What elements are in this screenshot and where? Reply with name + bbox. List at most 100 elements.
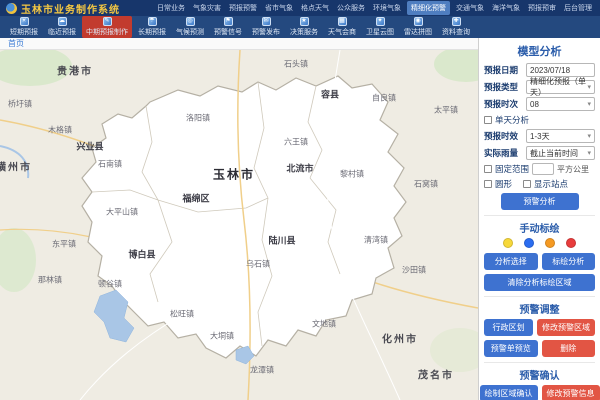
warning-adjust-title: 预警调整: [484, 296, 595, 316]
app-window: 玉林市业务制作系统 日常业务气象灾害预报预警省市气象格点天气公众服务环境气象精细…: [0, 0, 600, 400]
topnav-item[interactable]: 环境气象: [371, 1, 403, 15]
warning-color-legend: [484, 238, 595, 248]
warning-preview-button[interactable]: 预警单预览: [484, 340, 538, 357]
toolbar-item[interactable]: ⚑预警信号: [210, 16, 246, 38]
area-input[interactable]: [532, 163, 554, 175]
topnav-item[interactable]: 省市气象: [263, 1, 295, 15]
panel-title: 模型分析: [484, 43, 595, 59]
forecast-time-select[interactable]: 08 ▾: [526, 97, 595, 111]
toolbar-item-label: 天气会商: [328, 27, 356, 37]
top-navigation: 日常业务气象灾害预报预警省市气象格点天气公众服务环境气象精细化预警交通气象海洋气…: [155, 1, 594, 15]
date-input[interactable]: [526, 63, 595, 77]
toolbar-item[interactable]: ✎中期预报制作: [82, 16, 132, 38]
chevron-down-icon: ▾: [587, 100, 591, 108]
chevron-down-icon: ▾: [587, 83, 591, 91]
forecast-type-select[interactable]: 精细化预报（单天）▾: [526, 80, 595, 94]
toolbar-item[interactable]: ☀短期预报: [6, 16, 42, 38]
toolbar-icon: ★: [300, 17, 309, 26]
delete-button[interactable]: 删除: [542, 340, 596, 357]
warning-confirm-title: 预警确认: [484, 362, 595, 382]
toolbar-icon: ✎: [103, 17, 112, 26]
base-map[interactable]: [0, 50, 478, 400]
toolbar-icon: ✉: [262, 17, 271, 26]
toolbar-item-label: 资料查询: [442, 27, 470, 37]
toolbar-item[interactable]: ◎气候预测: [172, 16, 208, 38]
show-station-label: 显示站点: [534, 178, 568, 190]
analysis-select-button[interactable]: 分析选择: [484, 253, 538, 270]
topnav-item[interactable]: 精细化预警: [407, 1, 450, 15]
toolbar-item-label: 气候预测: [176, 27, 204, 37]
forecast-type-value: 精细化预报（单天）: [530, 76, 587, 98]
toolbar-item-label: 长期预报: [138, 27, 166, 37]
toolbar-item-label: 预警信号: [214, 27, 242, 37]
toolbar-item[interactable]: ▦天气会商: [324, 16, 360, 38]
main-area: 首页: [0, 38, 600, 400]
confirm-area-button[interactable]: 绘制区域确认: [480, 385, 538, 400]
forecast-time-value: 08: [530, 100, 539, 109]
toolbar-item-label: 决策服务: [290, 27, 318, 37]
validity-select[interactable]: 1-3天▾: [526, 129, 595, 143]
warning-color-dot[interactable]: [545, 238, 555, 248]
warning-color-dot[interactable]: [524, 238, 534, 248]
forecast-type-label: 预报类型: [484, 81, 526, 93]
toolbar-item[interactable]: ☁临近预报: [44, 16, 80, 38]
breadcrumb: 首页: [0, 38, 478, 50]
toolbar-item[interactable]: ✚资料查询: [438, 16, 474, 38]
show-station-checkbox[interactable]: [523, 180, 531, 188]
topnav-item[interactable]: 交通气象: [454, 1, 486, 15]
toolbar-item[interactable]: ✦卫星云图: [362, 16, 398, 38]
toolbar-icon: ☀: [20, 17, 29, 26]
forecast-time-label: 预报时次: [484, 98, 526, 110]
modify-warning-info-button[interactable]: 修改预警信息: [542, 385, 600, 400]
topnav-item[interactable]: 格点天气: [299, 1, 331, 15]
toolbar-icon: ☁: [58, 17, 67, 26]
validity-label: 预报时效: [484, 130, 526, 142]
date-label: 预报日期: [484, 64, 526, 76]
toolbar-item[interactable]: ◉雷达拼图: [400, 16, 436, 38]
topnav-item[interactable]: 预报预审: [526, 1, 558, 15]
area-unit-label: 平方公里: [557, 164, 589, 175]
single-day-checkbox[interactable]: [484, 116, 492, 124]
toolbar-item-label: 中期预报制作: [86, 27, 128, 37]
admin-region-button[interactable]: 行政区划: [484, 319, 533, 336]
warning-color-dot[interactable]: [503, 238, 513, 248]
toolbar-icon: ⚑: [224, 17, 233, 26]
toolbar-item[interactable]: ★决策服务: [286, 16, 322, 38]
warning-analysis-button[interactable]: 预警分析: [501, 193, 579, 210]
toolbar-icon: ✦: [376, 17, 385, 26]
toolbar-icon: ◎: [186, 17, 195, 26]
fixed-range-checkbox[interactable]: [484, 165, 492, 173]
topnav-item[interactable]: 气象灾害: [191, 1, 223, 15]
toolbar-item-label: 卫星云图: [366, 27, 394, 37]
topnav-item[interactable]: 预报预警: [227, 1, 259, 15]
modify-warning-area-button[interactable]: 修改预警区域: [537, 319, 595, 336]
toolbar-item[interactable]: ✉预警发布: [248, 16, 284, 38]
map-svg: [0, 50, 478, 400]
manual-plot-title: 手动标绘: [484, 215, 595, 235]
topnav-item[interactable]: 后台管理: [562, 1, 594, 15]
toolbar-icon: ✚: [452, 17, 461, 26]
app-title: 玉林市业务制作系统: [21, 1, 120, 16]
rainfall-value: 截止当前时间: [530, 148, 578, 159]
toolbar-item-label: 预警发布: [252, 27, 280, 37]
map-container[interactable]: 首页: [0, 38, 478, 400]
topnav-item[interactable]: 日常业务: [155, 1, 187, 15]
topnav-item[interactable]: 公众服务: [335, 1, 367, 15]
toolbar-item-label: 短期预报: [10, 27, 38, 37]
plot-analysis-button[interactable]: 标绘分析: [542, 253, 596, 270]
toolbar-icon: ☂: [148, 17, 157, 26]
toolbar-item-label: 雷达拼图: [404, 27, 432, 37]
breadcrumb-home-link[interactable]: 首页: [8, 38, 24, 49]
clear-plot-button[interactable]: 清除分析标绘区域: [484, 274, 595, 291]
chevron-down-icon: ▾: [587, 149, 591, 157]
rainfall-label: 实际雨量: [484, 147, 526, 159]
warning-color-dot[interactable]: [566, 238, 576, 248]
circle-label: 圆形: [495, 178, 512, 190]
rainfall-select[interactable]: 截止当前时间 ▾: [526, 146, 595, 160]
toolbar-item[interactable]: ☂长期预报: [134, 16, 170, 38]
single-day-label: 单天分析: [495, 114, 529, 126]
topnav-item[interactable]: 海洋气象: [490, 1, 522, 15]
chevron-down-icon: ▾: [587, 132, 591, 140]
analysis-panel[interactable]: 模型分析 预报日期 预报类型 精细化预报（单天）▾ 预报时次 08▾ 单天分析: [478, 38, 600, 400]
circle-checkbox[interactable]: [484, 180, 492, 188]
